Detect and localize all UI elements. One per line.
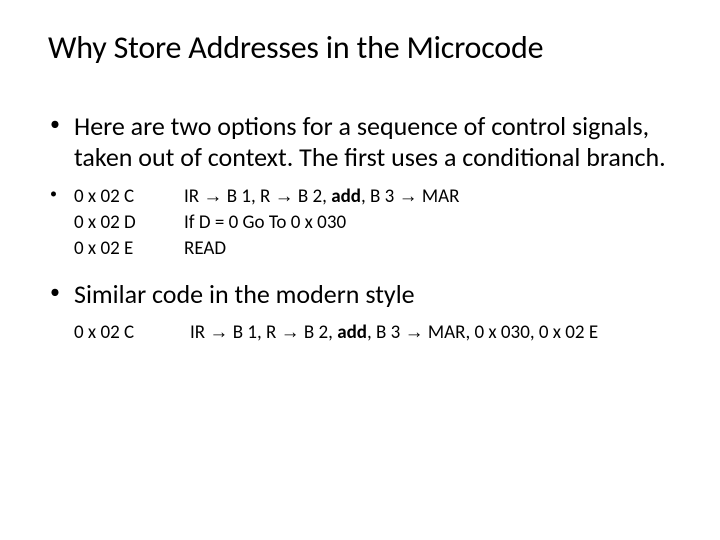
instr-line: READ	[184, 236, 672, 262]
addr-line: 0 x 02 C	[74, 320, 190, 346]
arrow-icon: →	[275, 186, 294, 207]
arrow-icon: →	[209, 322, 228, 343]
arrow-icon: →	[405, 322, 424, 343]
addr-line: 0 x 02 D	[74, 210, 184, 236]
instruction-column: IR → B 1, R → B 2, add, B 3 → MAR, 0 x 0…	[190, 320, 672, 346]
bullet-3: • Similar code in the modern style	[48, 279, 672, 310]
slide-title: Why Store Addresses in the Microcode	[48, 28, 672, 67]
bullet-1-text: Here are two options for a sequence of c…	[74, 111, 672, 172]
instr-line: IR → B 1, R → B 2, add, B 3 → MAR, 0 x 0…	[190, 320, 672, 346]
bullet-3-text: Similar code in the modern style	[74, 279, 672, 310]
address-column: 0 x 02 C	[74, 320, 190, 346]
addr-line: 0 x 02 E	[74, 236, 184, 262]
address-column: 0 x 02 C 0 x 02 D 0 x 02 E	[74, 184, 184, 261]
code-block-2: 0 x 02 C IR → B 1, R → B 2, add, B 3 → M…	[48, 320, 672, 346]
instr-line: IR → B 1, R → B 2, add, B 3 → MAR	[184, 184, 672, 210]
arrow-icon: →	[399, 186, 418, 207]
bullet-1: • Here are two options for a sequence of…	[48, 111, 672, 172]
instr-line: If D = 0 Go To 0 x 030	[184, 210, 672, 236]
instruction-column: IR → B 1, R → B 2, add, B 3 → MAR If D =…	[184, 184, 672, 261]
bullet-dot-icon: •	[48, 279, 74, 300]
bullet-dot-icon: •	[48, 111, 74, 132]
bullet-dot-icon: •	[48, 182, 74, 201]
arrow-icon: →	[281, 322, 300, 343]
arrow-icon: →	[203, 186, 222, 207]
bullet-2-code: • 0 x 02 C 0 x 02 D 0 x 02 E IR → B 1, R…	[48, 182, 672, 269]
code-block-1: 0 x 02 C 0 x 02 D 0 x 02 E IR → B 1, R →…	[74, 184, 672, 261]
addr-line: 0 x 02 C	[74, 184, 184, 210]
